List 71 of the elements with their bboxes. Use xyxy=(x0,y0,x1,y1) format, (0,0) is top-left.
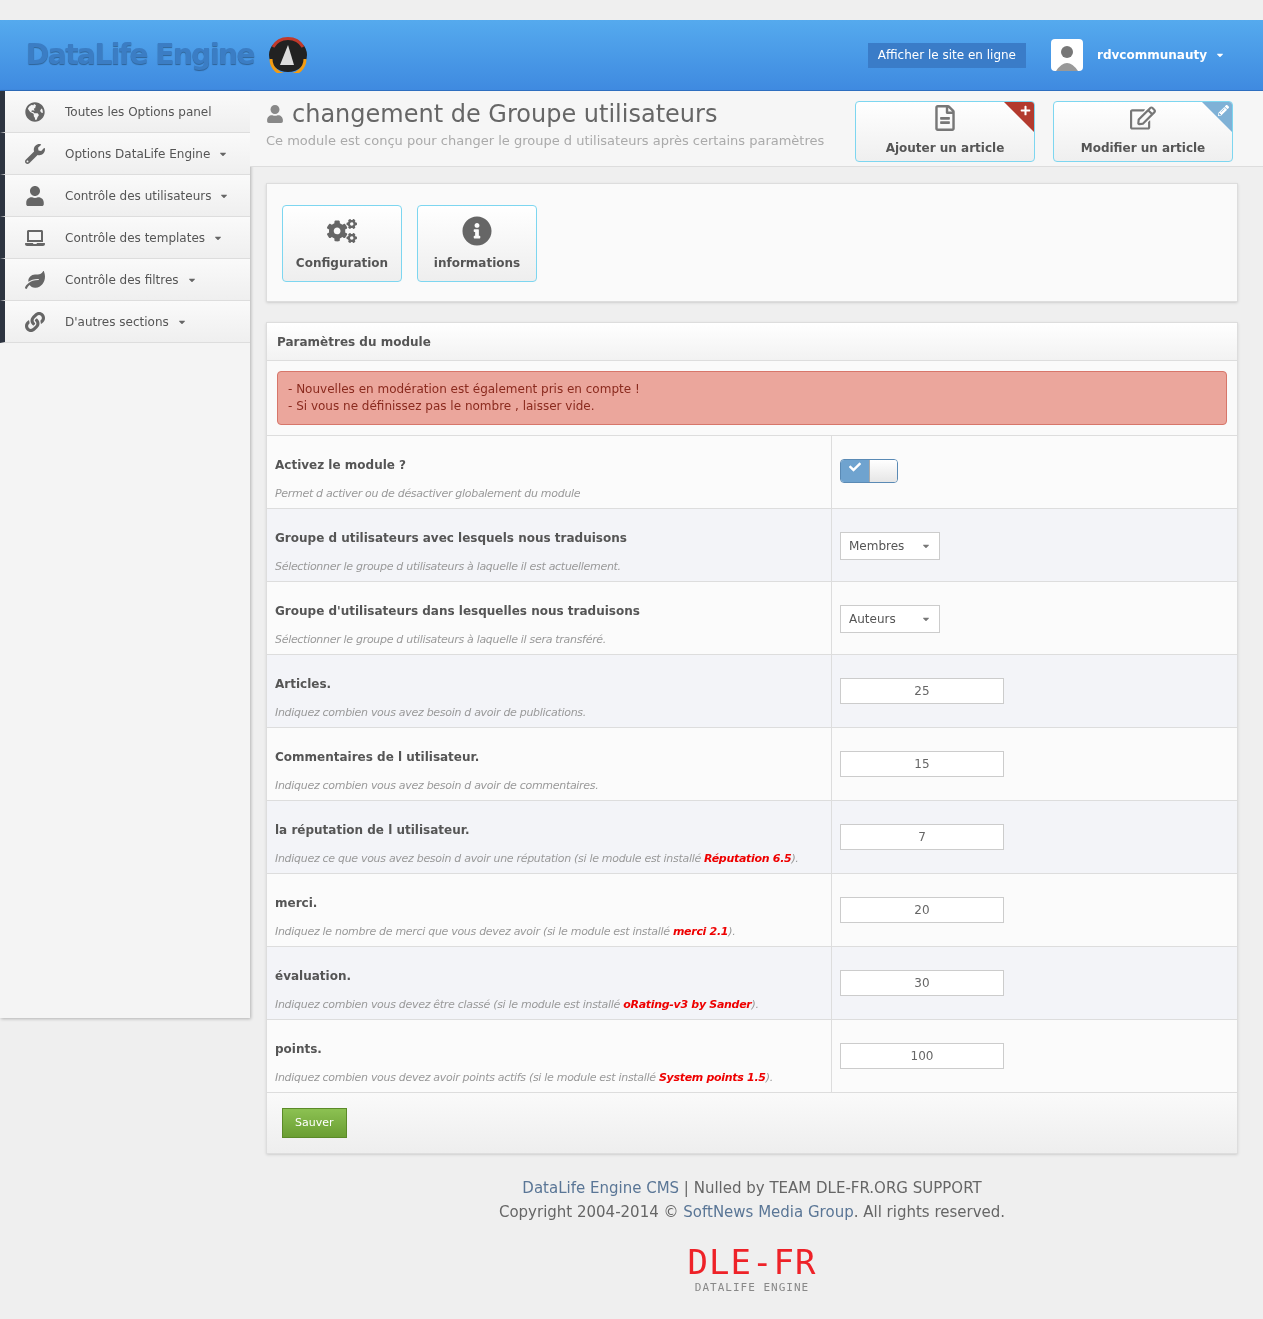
setting-hint: Sélectionner le groupe d utilisateurs à laquelle il sera transféré. xyxy=(275,632,608,648)
user-icon xyxy=(25,185,45,206)
user-icon xyxy=(266,105,284,123)
check-icon xyxy=(849,461,861,473)
setting-hint: Indiquez combien vous avez besoin d avoir de commentaires. xyxy=(275,778,600,794)
number-field[interactable]: 15 xyxy=(840,751,1004,777)
quick-action-button[interactable]: Modifier un article xyxy=(1053,101,1233,162)
page-subtitle: Ce module est conçu pour changer le groupe d utilisateurs après certains paramètres xyxy=(266,132,826,150)
footer-copyright: Copyright 2004-2014 © SoftNews Media Group. All rights reserved. xyxy=(497,1202,1007,1223)
module-tab-button[interactable]: informations xyxy=(417,205,537,282)
leaf-icon xyxy=(25,269,45,290)
sidebar-item[interactable]: Toutes les Options panel xyxy=(0,91,250,133)
number-field[interactable]: 7 xyxy=(840,824,1004,850)
sidebar-label: Contrôle des templates xyxy=(65,229,206,247)
footer-link[interactable]: DataLife Engine CMS xyxy=(522,1179,680,1197)
plus-icon xyxy=(1020,105,1031,116)
number-field[interactable]: 100 xyxy=(840,1043,1004,1069)
sidebar-item[interactable]: Contrôle des templates xyxy=(0,217,250,259)
setting-label: évaluation. xyxy=(275,968,352,985)
setting-label: Commentaires de l utilisateur. xyxy=(275,749,481,766)
number-field[interactable]: 30 xyxy=(840,970,1004,996)
sidebar-item[interactable]: Contrôle des filtres xyxy=(0,259,250,301)
footer-credit: DataLife Engine CMS | Nulled by TEAM DLE-FR.ORG SUPPORT xyxy=(521,1178,983,1199)
chain-icon xyxy=(25,311,45,332)
setting-hint: Permet d activer ou de désactiver globalement du module xyxy=(275,486,582,502)
dropdown-select[interactable]: Membres xyxy=(840,532,940,560)
document-icon xyxy=(932,105,958,131)
alert-text: - Nouvelles en modération est également pris en compte ! xyxy=(288,381,641,398)
panel-title: Paramètres du module xyxy=(277,333,431,351)
view-site-button[interactable]: Afficher le site en ligne xyxy=(867,42,1026,68)
sidebar-item[interactable]: D'autres sections xyxy=(0,301,250,343)
setting-hint: Indiquez combien vous devez avoir points actifs (si le module est installé System points 1.5). xyxy=(275,1070,774,1086)
setting-label: merci. xyxy=(275,895,319,912)
setting-label: Groupe d'utilisateurs dans lesquelles nous traduisons xyxy=(275,603,641,620)
logo-text: DataLife Engine xyxy=(26,37,254,73)
logo-emblem-icon xyxy=(267,37,308,73)
page-title: changement de Groupe utilisateurs xyxy=(292,99,718,129)
setting-hint: Sélectionner le groupe d utilisateurs à laquelle il est actuellement. xyxy=(275,559,622,575)
footer-logo: DLE-FR xyxy=(687,1244,817,1280)
module-tab-button[interactable]: Configuration xyxy=(282,205,402,282)
setting-hint: Indiquez ce que vous avez besoin d avoir une réputation (si le module est installé Réputation 6.5). xyxy=(275,851,800,867)
sidebar-item[interactable]: Contrôle des utilisateurs xyxy=(0,175,250,217)
info-icon xyxy=(462,215,492,246)
footer-link[interactable]: SoftNews Media Group xyxy=(683,1203,854,1221)
pencil-icon xyxy=(1218,105,1229,116)
footer-logo-subtitle: DATALIFE ENGINE xyxy=(694,1280,810,1296)
setting-label: points. xyxy=(275,1041,323,1058)
setting-hint: Indiquez combien vous avez besoin d avoir de publications. xyxy=(275,705,587,721)
number-field[interactable]: 25 xyxy=(840,678,1004,704)
dropdown-select[interactable]: Auteurs xyxy=(840,605,940,633)
toggle-switch[interactable] xyxy=(840,459,898,483)
user-avatar xyxy=(1051,39,1083,71)
alert-text: - Si vous ne définissez pas le nombre , laisser vide. xyxy=(288,398,596,415)
sidebar-label: Contrôle des filtres xyxy=(65,271,179,289)
quick-action-button[interactable]: Ajouter un article xyxy=(855,101,1035,162)
wrench-icon xyxy=(25,143,45,164)
sidebar-label: Toutes les Options panel xyxy=(65,103,212,121)
sidebar-label: D'autres sections xyxy=(65,313,169,331)
number-field[interactable]: 20 xyxy=(840,897,1004,923)
laptop-icon xyxy=(25,227,45,248)
sidebar-label: Contrôle des utilisateurs xyxy=(65,187,212,205)
setting-hint: Indiquez combien vous devez être classé (si le module est installé oRating-v3 by Sander). xyxy=(275,997,760,1013)
setting-label: Activez le module ? xyxy=(275,457,408,474)
setting-label: Articles. xyxy=(275,676,333,693)
sidebar-label: Options DataLife Engine xyxy=(65,145,211,163)
setting-label: Groupe d utilisateurs avec lesquels nous traduisons xyxy=(275,530,628,547)
edit-icon xyxy=(1130,105,1156,131)
globe-icon xyxy=(25,101,45,122)
sidebar-item[interactable]: Options DataLife Engine xyxy=(0,133,250,175)
setting-hint: Indiquez le nombre de merci que vous devez avoir (si le module est installé merci 2.1). xyxy=(275,924,737,940)
setting-label: la réputation de l utilisateur. xyxy=(275,822,471,839)
